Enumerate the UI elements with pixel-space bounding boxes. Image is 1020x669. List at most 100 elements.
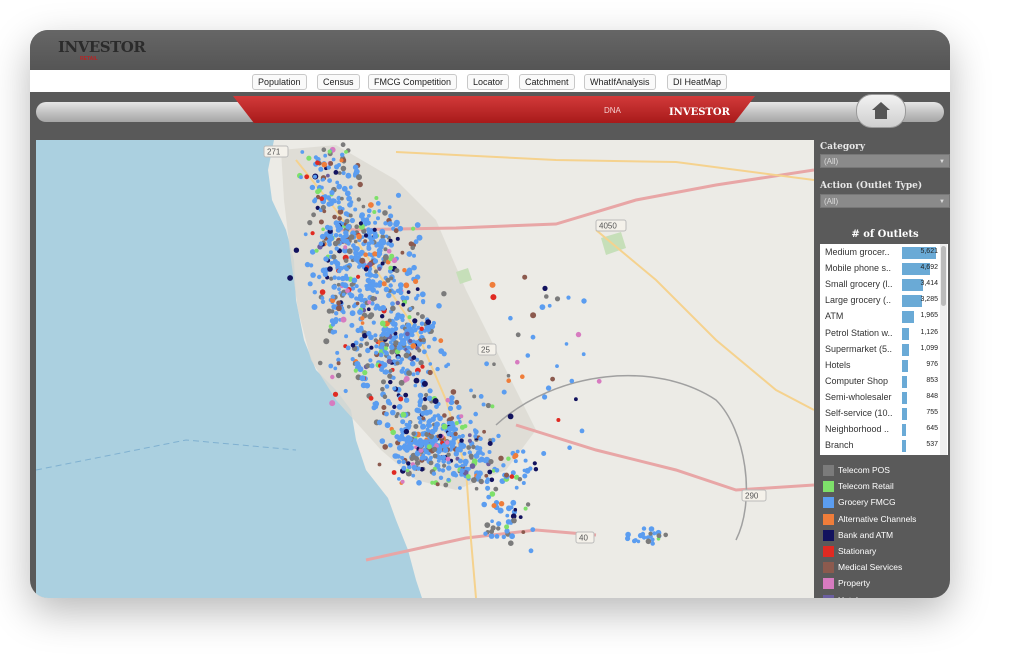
outlet-row[interactable]: Supermarket (5.. 1,099 (820, 342, 938, 358)
outlet-point (440, 468, 446, 473)
outlet-point (413, 239, 419, 245)
outlet-point (405, 322, 412, 329)
outlet-point (368, 395, 374, 401)
outlet-point (530, 334, 536, 340)
outlet-point (438, 475, 444, 480)
outlet-point (307, 220, 313, 226)
outlet-point (413, 424, 419, 429)
outlet-point (437, 415, 443, 422)
outlet-row[interactable]: ATM 1,965 (820, 309, 938, 325)
outlet-row[interactable]: Semi-wholesaler 848 (820, 390, 938, 406)
outlet-point (372, 251, 378, 257)
outlet-row[interactable]: Mobile phone s.. 4,692 (820, 261, 938, 277)
outlet-point (370, 240, 375, 245)
banner-logo: INVESTOR (669, 107, 730, 118)
outlet-point (393, 219, 400, 226)
outlet-point (333, 233, 339, 238)
outlet-point (368, 235, 373, 240)
outlet-row[interactable]: Computer Shop 853 (820, 374, 938, 390)
legend-label: Hotels (838, 595, 862, 598)
outlet-row-label: ATM (825, 311, 844, 322)
outlet-point (407, 420, 412, 425)
outlet-point (554, 296, 561, 302)
outlet-point (353, 239, 358, 244)
outlet-row-value: 976 (926, 360, 938, 368)
outlet-point (378, 345, 383, 350)
outlet-point (400, 317, 405, 323)
outlet-point (442, 413, 447, 418)
outlet-point (368, 358, 373, 363)
outlet-point (366, 246, 372, 251)
outlet-point (524, 467, 531, 474)
outlet-row[interactable]: Hotels 976 (820, 358, 938, 374)
outlet-point (506, 505, 512, 512)
outlet-row[interactable]: Medium grocer.. 5,621 (820, 245, 938, 261)
outlet-point (407, 315, 412, 320)
tab-catchment[interactable]: Catchment (519, 74, 575, 90)
outlet-point (413, 456, 420, 462)
tab-di-heatmap[interactable]: DI HeatMap (667, 74, 728, 90)
outlet-point (436, 303, 442, 309)
outlet-point (487, 441, 493, 446)
outlet-point (596, 378, 602, 384)
outlet-point (521, 530, 526, 534)
outlet-point (633, 538, 638, 543)
tab-fmcg-competition[interactable]: FMCG Competition (368, 74, 458, 90)
outlet-row[interactable]: Small grocery (l.. 3,414 (820, 277, 938, 293)
investor-retail-logo[interactable]: INVESTOR RETAIL (58, 38, 146, 62)
scrollbar-thumb[interactable] (941, 246, 946, 306)
category-select[interactable]: (All) ▼ (820, 154, 950, 168)
outlet-point (388, 283, 393, 288)
outlet-row[interactable]: Petrol Station w.. 1,126 (820, 326, 938, 342)
outlet-point (494, 534, 500, 539)
outlet-point (328, 161, 334, 166)
outlet-point (515, 449, 520, 454)
outlets-bar-list[interactable]: Medium grocer.. 5,621 Mobile phone s.. 4,69… (820, 244, 948, 455)
outlet-row-label: Branch (825, 440, 854, 451)
outlet-point (419, 321, 425, 326)
outlet-point (432, 453, 438, 459)
outlet-point (445, 440, 450, 445)
outlet-point (426, 444, 432, 450)
outlet-point (522, 473, 528, 479)
outlet-point (459, 414, 464, 419)
outlet-point (417, 403, 422, 408)
outlet-point (376, 419, 383, 426)
outlet-row[interactable]: Self-service (10.. 755 (820, 406, 938, 422)
outlet-point (525, 502, 531, 507)
outlets-scrollbar[interactable] (940, 244, 947, 455)
outlet-point (315, 160, 320, 165)
outlet-point (341, 170, 346, 176)
outlet-row[interactable]: Neighborhood .. 645 (820, 422, 938, 438)
outlet-point (426, 327, 431, 333)
tab-population[interactable]: Population (252, 74, 307, 90)
tab-census[interactable]: Census (317, 74, 360, 90)
tab-whatifanalysis[interactable]: WhatIfAnalysis (584, 74, 656, 90)
action-select[interactable]: (All) ▼ (820, 194, 950, 208)
tab-locator[interactable]: Locator (467, 74, 510, 90)
outlet-row[interactable]: Branch 537 (820, 438, 938, 454)
outlet-row-label: Mobile phone s.. (825, 263, 892, 274)
outlet-point (427, 451, 431, 456)
legend-swatch (823, 481, 834, 493)
outlet-row[interactable]: Large grocery (.. 3,285 (820, 293, 938, 309)
outlet-point (344, 190, 351, 197)
home-button[interactable] (856, 94, 906, 128)
outlet-point (389, 344, 395, 350)
outlet-point (441, 423, 448, 430)
outlet-point (532, 461, 537, 466)
outlet-map[interactable]: 271 4050 25 290 40 (36, 140, 814, 598)
outlet-point (391, 470, 397, 475)
outlet-point (473, 411, 479, 417)
outlet-point (507, 413, 514, 420)
outlet-point (318, 166, 324, 172)
outlet-point (343, 211, 349, 217)
outlet-point (354, 246, 360, 252)
outlet-point (340, 196, 344, 201)
outlet-point (396, 459, 402, 464)
outlet-point (460, 463, 465, 468)
road-shield-label: 4050 (599, 222, 617, 231)
outlet-point (427, 388, 433, 394)
outlet-point (494, 468, 500, 473)
outlet-point (322, 271, 328, 277)
